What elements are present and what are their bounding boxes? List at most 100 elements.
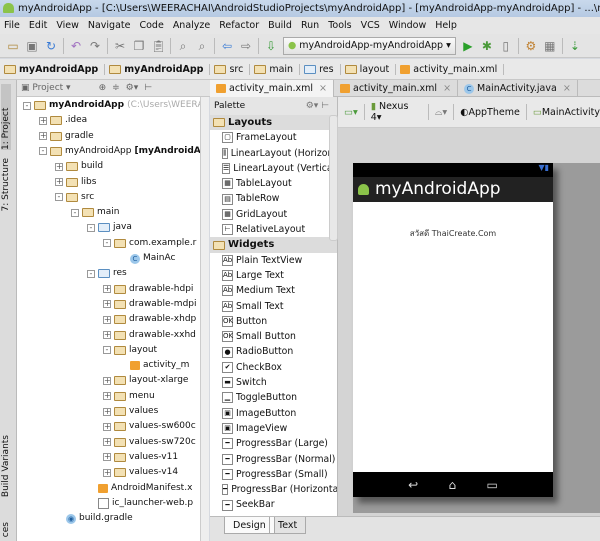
editor-tab[interactable]: activity_main.xml × [210,80,335,97]
palette-item[interactable]: ━ ProgressBar (Small) [210,467,337,482]
cut-icon[interactable]: ✂ [113,39,127,53]
menu-code[interactable]: Code [139,17,163,34]
close-icon[interactable]: × [319,83,327,94]
expand-icon[interactable]: + [103,438,111,447]
structure-tool-tab[interactable]: 7: Structure [1,158,11,212]
tree-item[interactable]: + values [103,404,158,419]
menu-tools[interactable]: Tools [328,17,351,34]
breadcrumb-item[interactable]: main [254,63,301,75]
find-icon[interactable]: ⌕ [176,39,190,53]
tree-item[interactable]: - src [55,190,94,205]
tree-item[interactable]: + .idea [39,113,87,128]
build-variants-tool-tab[interactable]: Build Variants [1,435,11,497]
collapse-icon[interactable]: - [87,269,95,278]
palette-item[interactable]: ⊢ RelativeLayout [210,222,337,237]
palette-item[interactable]: Ab Small Text [210,299,337,314]
expand-icon[interactable]: + [103,285,111,294]
expand-icon[interactable]: + [103,392,111,401]
collapse-icon[interactable]: - [103,239,111,248]
collapse-icon[interactable]: - [23,101,31,110]
tree-item[interactable]: + build [55,159,103,174]
collapse-icon[interactable]: - [103,346,111,355]
menu-help[interactable]: Help [435,17,457,34]
menu-navigate[interactable]: Navigate [88,17,131,34]
paste-icon[interactable]: 📋︎ [151,39,166,53]
menu-build[interactable]: Build [268,17,292,34]
palette-item[interactable]: ━ ProgressBar (Horizonta [210,482,337,497]
palette-item[interactable]: ● RadioButton [210,344,337,359]
tree-item[interactable]: AndroidManifest.x [87,481,192,496]
expand-icon[interactable]: + [55,178,63,186]
tree-item[interactable]: activity_m [119,358,189,373]
expand-icon[interactable]: + [39,132,47,141]
editor-tab[interactable]: activity_main.xml × [334,80,459,97]
breadcrumb-item[interactable]: activity_main.xml [400,63,505,75]
palette-item[interactable]: ⫼ LinearLayout (Horizont [210,146,337,161]
collapse-icon[interactable]: - [87,223,95,232]
favorites-tool-tab[interactable]: ces [1,522,11,537]
tree-item[interactable]: ic_launcher-web.p [87,496,193,511]
palette-item[interactable]: Ab Large Text [210,268,337,283]
menu-view[interactable]: View [56,17,79,34]
menu-file[interactable]: File [4,17,20,34]
tree-item[interactable]: C MainAc [119,251,175,266]
device-icon[interactable]: ▯ [499,39,513,53]
copy-icon[interactable]: ❐ [132,39,146,53]
make-icon[interactable]: ⇩ [264,39,278,53]
expand-icon[interactable]: + [39,116,47,125]
breadcrumb-item[interactable]: res [304,63,341,75]
expand-icon[interactable]: + [103,300,111,309]
structure-icon[interactable]: ▦ [543,39,557,53]
sync-icon[interactable]: ↻ [44,39,58,53]
tree-item[interactable]: - java [87,220,132,235]
expand-icon[interactable]: + [103,468,111,477]
tree-item[interactable]: + values-sw600c [103,419,196,434]
hide-icon[interactable]: ⊢ [144,83,152,93]
palette-item[interactable]: ☰ LinearLayout (Vertical) [210,161,337,176]
expand-icon[interactable]: + [103,453,111,462]
device-preview[interactable]: ▼▮ myAndroidApp สวัสดี ThaiCreate.Com ↩ ⌂… [353,163,553,497]
preview-textview[interactable]: สวัสดี ThaiCreate.Com [353,227,553,240]
tree-item[interactable]: + values-sw720c [103,435,196,450]
settings-icon[interactable]: ⚙ [524,39,538,53]
palette-item[interactable]: ▦ TableLayout [210,176,337,191]
tree-item[interactable]: + drawable-xxhd [103,328,196,343]
menu-run[interactable]: Run [301,17,319,34]
palette-item[interactable]: ▣ ImageView [210,421,337,436]
tree-item[interactable]: ◉ build.gradle [55,511,133,526]
tree-item[interactable]: - myAndroidApp [myAndroidA [39,144,201,159]
palette-item[interactable]: ✔ CheckBox [210,360,337,375]
render-options-icon[interactable]: ▭▾ [344,107,358,118]
sdk-manager-icon[interactable]: ⇣ [568,39,582,53]
expand-icon[interactable]: + [55,162,63,171]
debug-icon[interactable]: ✱ [480,39,494,53]
expand-icon[interactable]: + [103,315,111,324]
expand-icon[interactable]: + [103,407,111,416]
palette-scrollbar[interactable] [329,115,338,241]
project-view-select[interactable]: ▣ Project ▾ [21,83,71,93]
palette-group-widgets[interactable]: Widgets [210,237,337,253]
expand-icon[interactable]: + [103,331,111,339]
tree-item[interactable]: - layout [103,343,157,358]
collapse-icon[interactable]: ≑ [112,83,120,93]
tree-scrollbar[interactable] [200,97,209,541]
palette-item[interactable]: ▬ Switch [210,375,337,390]
collapse-icon[interactable]: - [55,193,63,202]
redo-icon[interactable]: ↷ [88,39,102,53]
locate-icon[interactable]: ⊕ [99,83,107,93]
menu-vcs[interactable]: VCS [361,17,380,34]
replace-icon[interactable]: ⌕ [195,39,209,53]
palette-group-layouts[interactable]: Layouts [210,115,337,131]
tree-item[interactable]: - com.example.r [103,236,196,251]
breadcrumb-item[interactable]: src [214,63,251,75]
palette-item[interactable]: OK Button [210,314,337,329]
expand-icon[interactable]: + [103,422,111,431]
close-icon[interactable]: × [563,83,571,94]
palette-item[interactable]: ━ ProgressBar (Large) [210,436,337,451]
forward-icon[interactable]: ⇨ [239,39,253,53]
collapse-icon[interactable]: - [71,208,79,217]
palette-item[interactable]: ━ ProgressBar (Normal) [210,452,337,467]
palette-item[interactable]: OK Small Button [210,329,337,344]
breadcrumb-item[interactable]: myAndroidApp [4,63,106,75]
theme-select[interactable]: ◐AppTheme [460,107,520,118]
